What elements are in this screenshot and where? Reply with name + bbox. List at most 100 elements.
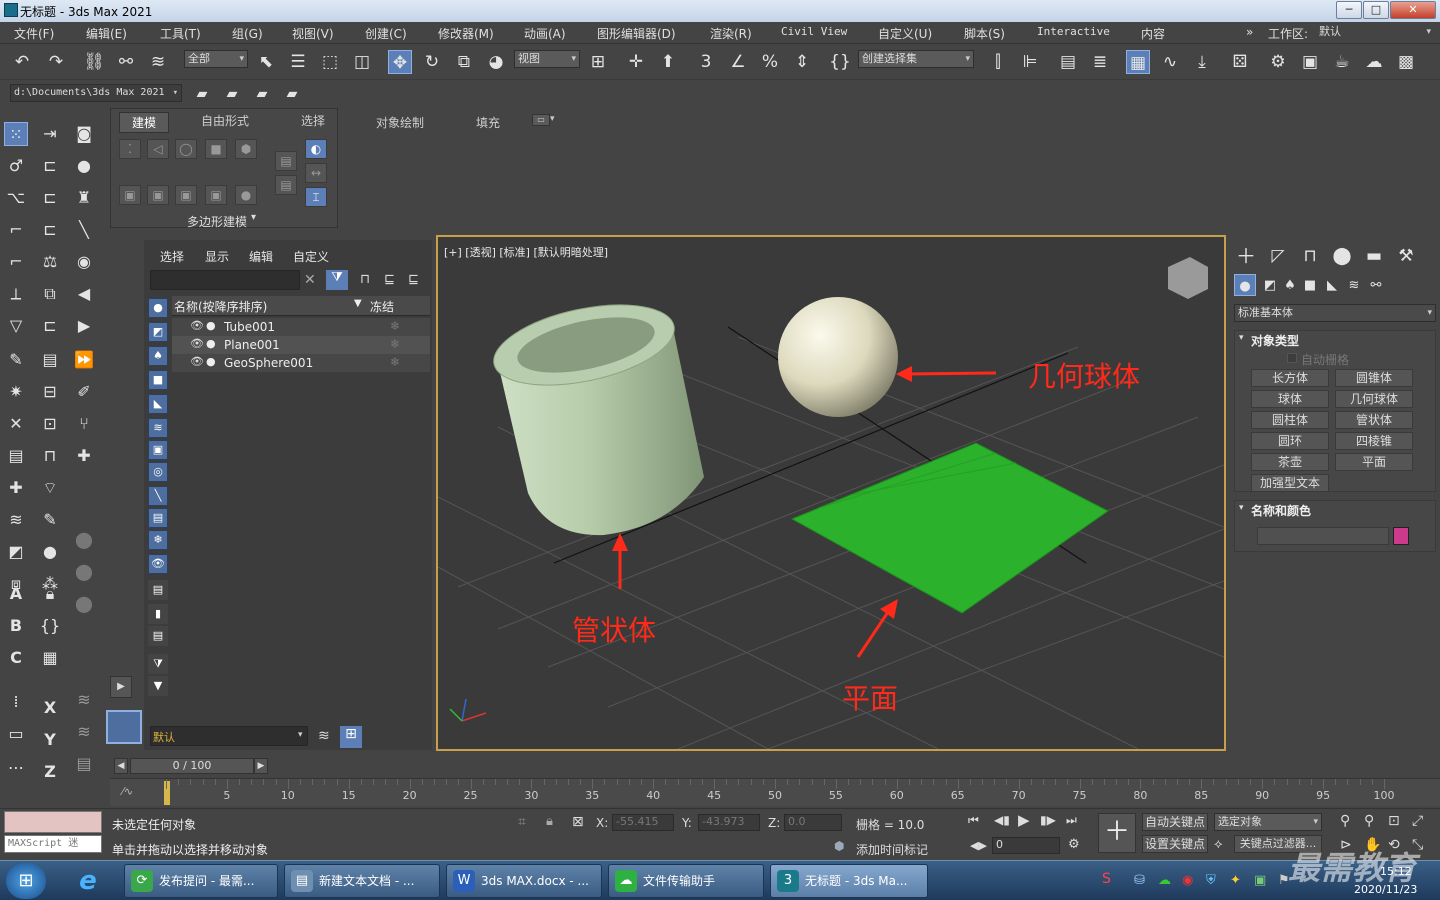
scene-tab-select[interactable]: 选择 bbox=[160, 248, 184, 265]
file-tool-icon[interactable]: ▤ bbox=[4, 444, 28, 468]
isolate-icon[interactable]: ⌗ bbox=[518, 814, 526, 830]
project-folder-icon[interactable]: ▰ bbox=[280, 82, 304, 106]
teapot-button[interactable]: 茶壶 bbox=[1251, 453, 1329, 471]
select-by-name-icon[interactable]: ☰ bbox=[286, 50, 310, 74]
autogrid-checkbox[interactable] bbox=[1287, 353, 1297, 363]
axis-y-icon[interactable]: Y bbox=[38, 728, 62, 752]
dimension-tool-icon[interactable]: ⌐ bbox=[4, 250, 28, 274]
new-project-icon[interactable]: ▰ bbox=[190, 82, 214, 106]
curve-editor-icon[interactable]: ∿ bbox=[1158, 50, 1182, 74]
selection-lock-icon[interactable]: 🔒︎ bbox=[546, 814, 553, 829]
menu-group[interactable]: 组(G) bbox=[232, 25, 263, 42]
layer-explorer-icon[interactable]: ≣ bbox=[1088, 50, 1112, 74]
textplus-button[interactable]: 加强型文本 bbox=[1251, 474, 1329, 492]
scene-row-plane[interactable]: 👁︎ ● Plane001 ❄ bbox=[172, 336, 430, 354]
set-key-button[interactable]: 设置关键点 bbox=[1142, 835, 1208, 853]
ribbon-edge-icon[interactable]: ◁ bbox=[147, 139, 169, 159]
select-rotate-icon[interactable]: ↻ bbox=[420, 50, 444, 74]
filter-helpers-icon[interactable]: ◣ bbox=[148, 394, 168, 414]
filter-funnel-icon[interactable]: ⧩ bbox=[148, 654, 168, 674]
lock-tool-icon[interactable]: 🔒︎ bbox=[38, 582, 62, 606]
plane-object[interactable] bbox=[790, 442, 1109, 614]
internet-explorer-icon[interactable]: e bbox=[70, 865, 106, 897]
feather-tool-icon[interactable]: ✐ bbox=[72, 380, 96, 404]
play-icon[interactable]: ▶ bbox=[1018, 811, 1030, 829]
film-tool-icon[interactable]: ▤ bbox=[38, 348, 62, 372]
object-color-swatch[interactable] bbox=[1393, 527, 1409, 545]
track-bar[interactable]: ⁄∿ 5 10 15 20 25 30 35 40 45 50 55 60 65 70 75 80 85 90 95… bbox=[110, 778, 1440, 806]
ribbon-tab-object-paint[interactable]: 对象绘制 bbox=[376, 114, 424, 131]
save-tool-icon[interactable]: ⊡ bbox=[38, 412, 62, 436]
viewport-layout-icon[interactable] bbox=[106, 710, 142, 744]
render-dot-icon[interactable]: ● bbox=[206, 355, 216, 368]
ribbon-tab-modeling[interactable]: 建模 bbox=[119, 112, 170, 133]
selection-filter-dropdown[interactable]: 全部 bbox=[184, 50, 248, 68]
menu-modifiers[interactable]: 修改器(M) bbox=[438, 25, 494, 42]
filter-xrefs-icon[interactable]: ◎ bbox=[148, 462, 168, 482]
select-scale-icon[interactable]: ⧉ bbox=[452, 50, 476, 74]
menu-interactive[interactable]: Interactive bbox=[1037, 25, 1110, 38]
ribbon-shrink-icon[interactable]: ▣ bbox=[175, 185, 197, 205]
cone-button[interactable]: 圆锥体 bbox=[1335, 369, 1413, 387]
ribbon-collapse-icon[interactable]: ▤ bbox=[275, 175, 297, 195]
a360-gallery-icon[interactable]: ▩ bbox=[1394, 50, 1418, 74]
shield-tool-icon[interactable]: ▽ bbox=[4, 314, 28, 338]
maxscript-listener-pink[interactable] bbox=[4, 811, 102, 833]
zoom-extents-all-icon[interactable]: ⤢ bbox=[1412, 813, 1423, 829]
ribbon-cap-icon[interactable]: ⌶ bbox=[305, 187, 327, 207]
menu-views[interactable]: 视图(V) bbox=[292, 25, 334, 42]
rollout-collapse-icon[interactable]: ▾ bbox=[1239, 333, 1244, 343]
stack5-tool-icon[interactable]: ▤ bbox=[72, 752, 96, 776]
freeze-icon[interactable]: ❄ bbox=[390, 319, 400, 333]
render-dot-icon[interactable]: ● bbox=[206, 319, 216, 332]
pivot-center-icon[interactable]: ⊞ bbox=[586, 50, 610, 74]
taskbar-item-browser[interactable]: ⟳ 发布提问 - 最需... bbox=[124, 864, 278, 898]
ribbon-repeat-icon[interactable]: ↔ bbox=[305, 163, 327, 183]
motion-tab-icon[interactable]: ⬤ bbox=[1330, 244, 1354, 268]
filter-shapes-icon[interactable]: ◩ bbox=[148, 322, 168, 342]
ribbon-stack-icon[interactable]: ▤ bbox=[275, 151, 297, 171]
shirt-tool-icon[interactable]: ♜ bbox=[72, 186, 96, 210]
magnet-tool-icon[interactable]: ⊓ bbox=[38, 444, 62, 468]
add-time-tag[interactable]: 添加时间标记 bbox=[856, 841, 928, 858]
geosphere-button[interactable]: 几何球体 bbox=[1335, 390, 1413, 408]
object-name[interactable]: Plane001 bbox=[224, 338, 280, 352]
measure-tool-icon[interactable]: ⌐ bbox=[4, 218, 28, 242]
stack-tool-icon[interactable]: ⊏ bbox=[38, 186, 62, 210]
schematic-view-icon[interactable]: ⤓ bbox=[1190, 50, 1214, 74]
manipulate-icon[interactable]: ✛ bbox=[624, 50, 648, 74]
lock-icon[interactable]: ⊓ bbox=[360, 272, 370, 287]
display-tab-icon[interactable]: ▬ bbox=[1362, 244, 1386, 268]
torus-button[interactable]: 圆环 bbox=[1251, 432, 1329, 450]
stack3-tool-icon[interactable]: ≋ bbox=[72, 688, 96, 712]
spacewarps-category-icon[interactable]: ≋ bbox=[1342, 274, 1366, 298]
filter-cameras-icon[interactable]: ■ bbox=[148, 370, 168, 390]
name-color-title[interactable]: 名称和颜色 bbox=[1251, 502, 1311, 519]
bind-space-warp-icon[interactable]: ≋ bbox=[146, 50, 170, 74]
time-prev-icon[interactable]: ◀ bbox=[114, 758, 128, 774]
object-name-input[interactable] bbox=[1257, 527, 1389, 545]
menu-rendering[interactable]: 渲染(R) bbox=[710, 25, 752, 42]
snapshot-tool-icon[interactable]: ◙ bbox=[72, 122, 96, 146]
render-production-icon[interactable]: ☕ bbox=[1330, 50, 1354, 74]
ribbon-group-dropdown-icon[interactable]: ▾ bbox=[251, 212, 256, 223]
taskbar-item-notepad[interactable]: ▤ 新建文本文档 - ... bbox=[284, 864, 440, 898]
cylinder-button[interactable]: 圆柱体 bbox=[1251, 411, 1329, 429]
clear-search-icon[interactable]: ✕ bbox=[304, 272, 316, 288]
ribbon-options-icon[interactable]: ▭ bbox=[532, 114, 550, 126]
render-in-cloud-icon[interactable]: ☁ bbox=[1362, 50, 1386, 74]
maxscript-input[interactable]: MAXScript 迷 bbox=[4, 835, 102, 853]
time-slider[interactable]: 0 / 100 bbox=[130, 758, 254, 774]
rectangular-selection-icon[interactable]: ⬚ bbox=[318, 50, 342, 74]
perspective-viewport[interactable]: [+] [透视] [标准] [默认明暗处理] 几何球体 管状体 平面 bbox=[436, 235, 1226, 751]
ribbon-preserve-uv-icon[interactable]: ◐ bbox=[305, 139, 327, 159]
window-crossing-icon[interactable]: ◫ bbox=[350, 50, 374, 74]
open-project-icon[interactable]: ▰ bbox=[220, 82, 244, 106]
place-icon[interactable]: ◕ bbox=[484, 50, 508, 74]
ime-icon[interactable]: S bbox=[1102, 871, 1111, 887]
create-tab-icon[interactable]: ＋ bbox=[1234, 244, 1258, 268]
redo-icon[interactable]: ↷ bbox=[44, 50, 68, 74]
primitive-category-dropdown[interactable]: 标准基本体 bbox=[1234, 304, 1436, 322]
crop-tool-icon[interactable]: ◩ bbox=[4, 540, 28, 564]
scene-search-input[interactable] bbox=[150, 270, 300, 290]
